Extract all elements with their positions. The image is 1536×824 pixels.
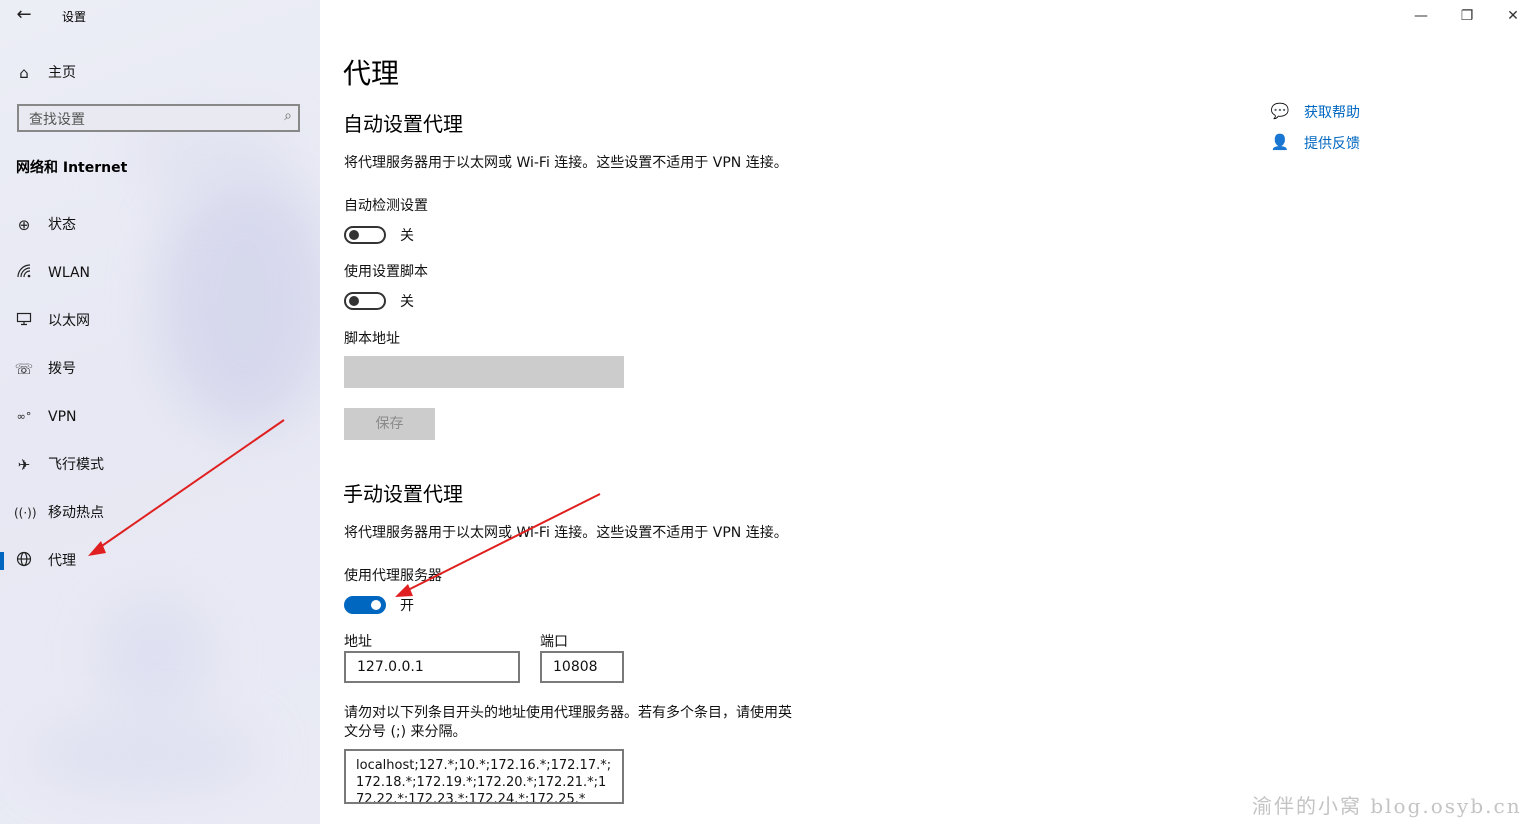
watermark: 渝伴的小窝 blog.osyb.cn <box>1252 794 1522 818</box>
annotation-arrows <box>88 419 601 597</box>
annotation-arrow-proxy-toggle <box>403 493 601 593</box>
annotation-arrowhead-proxy-nav <box>88 541 106 556</box>
annotation-arrowhead-proxy-toggle <box>395 584 413 597</box>
annotation-arrow-proxy-nav <box>95 419 285 551</box>
